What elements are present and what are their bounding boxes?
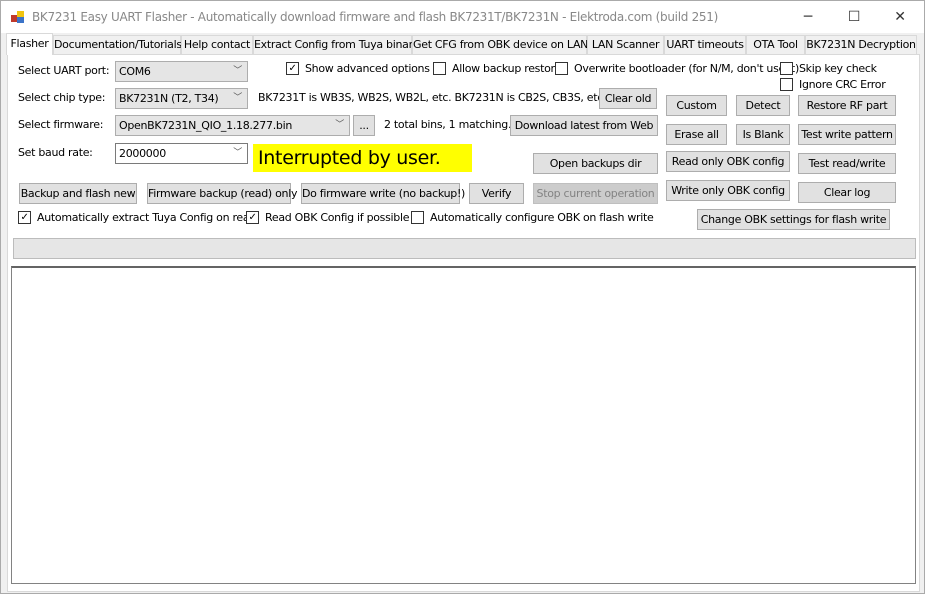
custom-button[interactable]: Custom	[666, 95, 727, 116]
detect-button[interactable]: Detect	[736, 95, 790, 116]
chip-value: BK7231N (T2, T34)	[119, 92, 219, 105]
checkbox-label: Skip key check	[799, 62, 877, 75]
checkbox-label: Overwrite bootloader (for N/M, don't use…	[574, 62, 799, 75]
tab-decryption[interactable]: BK7231N Decryption	[805, 35, 917, 54]
chip-info: BK7231T is WB3S, WB2S, WB2L, etc. BK7231…	[258, 91, 604, 104]
progress-bar	[13, 238, 916, 259]
test-read-write-button[interactable]: Test read/write	[798, 153, 896, 174]
app-icon	[11, 10, 25, 24]
minimize-button[interactable]: ─	[785, 1, 831, 33]
ignore-crc-checkbox[interactable]: Ignore CRC Error	[780, 78, 886, 91]
checkbox-icon	[433, 62, 446, 75]
maximize-button[interactable]: ☐	[831, 1, 877, 33]
chevron-down-icon: ﹀	[335, 120, 344, 130]
tab-documentation[interactable]: Documentation/Tutorials	[53, 35, 182, 54]
tab-flasher[interactable]: Flasher	[6, 33, 53, 55]
checkbox-label: Automatically extract Tuya Config on rea…	[37, 211, 257, 224]
restore-rf-button[interactable]: Restore RF part	[798, 95, 896, 116]
checkbox-checked-icon: ✓	[286, 62, 299, 75]
chip-type-select[interactable]: BK7231N (T2, T34) ﹀	[115, 88, 248, 109]
checkbox-icon	[411, 211, 424, 224]
erase-all-button[interactable]: Erase all	[666, 124, 727, 145]
test-write-pattern-button[interactable]: Test write pattern	[798, 124, 896, 145]
uart-port-select[interactable]: COM6 ﹀	[115, 61, 248, 82]
checkbox-checked-icon: ✓	[18, 211, 31, 224]
overwrite-bootloader-checkbox[interactable]: Overwrite bootloader (for N/M, don't use…	[555, 62, 799, 75]
clear-old-button[interactable]: Clear old	[599, 88, 657, 109]
backup-and-flash-button[interactable]: Backup and flash new	[19, 183, 137, 204]
change-obk-settings-button[interactable]: Change OBK settings for flash write	[697, 209, 890, 230]
firmware-value: OpenBK7231N_QIO_1.18.277.bin	[119, 119, 293, 132]
checkbox-icon	[555, 62, 568, 75]
clear-log-button[interactable]: Clear log	[798, 182, 896, 203]
chevron-down-icon: ﹀	[233, 148, 242, 158]
checkbox-checked-icon: ✓	[246, 211, 259, 224]
tab-ota-tool[interactable]: OTA Tool	[746, 35, 805, 54]
verify-button[interactable]: Verify	[469, 183, 524, 204]
firmware-select[interactable]: OpenBK7231N_QIO_1.18.277.bin ﹀	[115, 115, 350, 136]
tab-lan-scanner[interactable]: LAN Scanner	[587, 35, 664, 54]
stop-operation-button[interactable]: Stop current operation	[533, 183, 658, 204]
tab-help-contact[interactable]: Help contact	[181, 35, 253, 54]
tab-extract-config[interactable]: Extract Config from Tuya binary	[253, 35, 419, 54]
checkbox-label: Ignore CRC Error	[799, 78, 886, 91]
browse-button[interactable]: ...	[353, 115, 375, 136]
tab-get-cfg[interactable]: Get CFG from OBK device on LAN	[412, 35, 588, 54]
chevron-down-icon: ﹀	[233, 93, 242, 103]
download-latest-button[interactable]: Download latest from Web	[510, 115, 658, 136]
close-button[interactable]: ✕	[877, 1, 923, 33]
firmware-write-button[interactable]: Do firmware write (no backup!)	[301, 183, 465, 204]
checkbox-icon	[780, 78, 793, 91]
firmware-backup-button[interactable]: Firmware backup (read) only	[147, 183, 297, 204]
allow-backup-restore-checkbox[interactable]: Allow backup restore	[433, 62, 561, 75]
open-backups-button[interactable]: Open backups dir	[533, 153, 658, 174]
read-obk-checkbox[interactable]: ✓ Read OBK Config if possible	[246, 211, 410, 224]
checkbox-label: Read OBK Config if possible	[265, 211, 410, 224]
uart-label: Select UART port:	[18, 64, 110, 77]
title-bar: BK7231 Easy UART Flasher - Automatically…	[1, 1, 924, 33]
checkbox-label: Allow backup restore	[452, 62, 561, 75]
auto-configure-checkbox[interactable]: Automatically configure OBK on flash wri…	[411, 211, 654, 224]
baud-value: 2000000	[119, 147, 166, 160]
read-obk-config-button[interactable]: Read only OBK config	[666, 151, 790, 172]
bins-info: 2 total bins, 1 matching.	[384, 118, 512, 131]
chevron-down-icon: ﹀	[233, 66, 242, 76]
auto-extract-checkbox[interactable]: ✓ Automatically extract Tuya Config on re…	[18, 211, 256, 224]
uart-value: COM6	[119, 65, 151, 78]
log-textbox[interactable]	[11, 266, 916, 584]
baud-rate-input[interactable]: 2000000 ﹀	[115, 143, 248, 164]
show-advanced-checkbox[interactable]: ✓ Show advanced options	[286, 62, 430, 75]
app-window: BK7231 Easy UART Flasher - Automatically…	[0, 0, 925, 594]
status-label: Interrupted by user.	[253, 144, 472, 172]
checkbox-label: Show advanced options	[305, 62, 430, 75]
checkbox-label: Automatically configure OBK on flash wri…	[430, 211, 654, 224]
chip-label: Select chip type:	[18, 91, 106, 104]
window-title: BK7231 Easy UART Flasher - Automatically…	[32, 10, 718, 24]
firmware-label: Select firmware:	[18, 118, 104, 131]
write-obk-config-button[interactable]: Write only OBK config	[666, 180, 790, 201]
is-blank-button[interactable]: Is Blank	[736, 124, 790, 145]
tab-uart-timeouts[interactable]: UART timeouts	[664, 35, 746, 54]
baud-label: Set baud rate:	[18, 146, 93, 159]
checkbox-icon	[780, 62, 793, 75]
skip-key-check-checkbox[interactable]: Skip key check	[780, 62, 877, 75]
